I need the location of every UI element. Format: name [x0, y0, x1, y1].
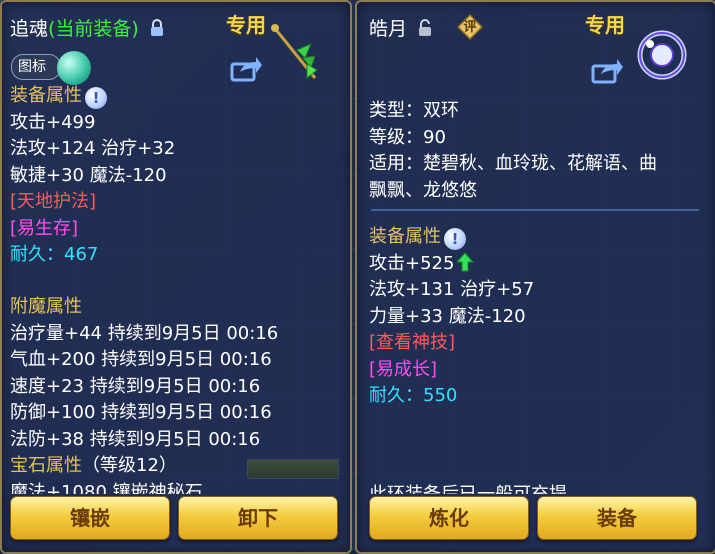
- purple-ring-icon: [637, 30, 687, 80]
- special-label: 专用: [585, 13, 625, 37]
- unequip-button[interactable]: 卸下: [178, 496, 338, 540]
- item-type: 类型：双环: [369, 100, 459, 121]
- special-label: 专用: [226, 13, 266, 37]
- enchant-line: 治疗量+44 持续到9月5日 00:16: [10, 322, 279, 344]
- equip-attr-header-text: 装备属性: [10, 85, 82, 106]
- skill-link[interactable]: [天地护法]: [10, 189, 175, 216]
- item-title: 皓月: [369, 14, 432, 41]
- enchant-line: 法防+38 持续到9月5日 00:16: [10, 428, 261, 450]
- equip-attr-header: 装备属性!: [369, 224, 534, 251]
- equip-attr-header-text: 装备属性: [369, 226, 441, 247]
- equip-attr-header: 装备属性!: [10, 83, 175, 110]
- equip-button[interactable]: 装备: [537, 496, 697, 540]
- item-applicable-cont: 飘飘、龙悠悠: [369, 179, 477, 201]
- stat-line: 法攻+124 治疗+32: [10, 138, 176, 159]
- enchant-header: 附魔属性: [10, 296, 82, 317]
- durability: 耐久：467: [10, 244, 99, 265]
- partial-text-line: 此环装备后已一般可充提: [369, 482, 567, 494]
- equip-attributes: 装备属性! 攻击+499 法攻+124 治疗+32 敏捷+30 魔法-120 […: [10, 83, 175, 269]
- stat-line: 敏捷+30 魔法-120: [10, 164, 167, 186]
- trait-link[interactable]: [易成长]: [369, 357, 534, 384]
- lock-icon[interactable]: [150, 19, 164, 37]
- enchant-line: 气血+200 持续到9月5日 00:16: [10, 349, 272, 370]
- stat-line: 力量+33 魔法-120: [369, 305, 526, 327]
- equipped-item-panel: 追魂(当前装备) 专用 图标 装备属性! 攻击+499 法攻+124 治疗+32…: [0, 0, 352, 554]
- gem-header-row: 宝石属性（等级12）: [10, 453, 278, 480]
- skill-link[interactable]: [查看神技]: [369, 330, 534, 357]
- item-name: 皓月: [369, 18, 408, 40]
- item-level: 等级：90: [369, 126, 446, 148]
- green-trident-icon: [271, 24, 318, 80]
- enchant-line: 防御+100 持续到9月5日 00:16: [10, 402, 272, 423]
- inlay-button[interactable]: 镶嵌: [10, 496, 170, 540]
- stat-line: 攻击+525: [369, 251, 534, 278]
- stat-line: 攻击+499: [10, 111, 96, 133]
- green-up-arrow-icon: [456, 251, 475, 271]
- durability: 耐久：550: [369, 385, 458, 406]
- rating-badge-text: 评: [463, 20, 477, 35]
- share-icon[interactable]: [230, 54, 262, 82]
- trait-link[interactable]: [易生存]: [10, 216, 175, 243]
- unlock-icon[interactable]: [418, 19, 432, 37]
- info-icon[interactable]: !: [85, 87, 107, 109]
- equip-attributes: 装备属性! 攻击+525 法攻+131 治疗+57 力量+33 魔法-120 […: [369, 224, 534, 410]
- progress-bar: [247, 459, 339, 479]
- enchant-line: 速度+23 持续到9月5日 00:16: [10, 375, 261, 397]
- compare-item-panel: 皓月 评 专用 类型：双环 等级：90 适用：楚碧秋、血玲珑、花解语、曲 飘飘、…: [355, 0, 715, 554]
- refine-button[interactable]: 炼化: [369, 496, 529, 540]
- gem-header: 宝石属性: [10, 455, 82, 476]
- stat-line: 法攻+131 治疗+57: [369, 279, 535, 300]
- item-applicable: 适用：楚碧秋、血玲珑、花解语、曲: [369, 153, 657, 174]
- item-name: 追魂: [10, 18, 49, 40]
- info-icon[interactable]: !: [444, 228, 466, 250]
- toggle-knob[interactable]: [57, 51, 91, 85]
- stat-line-text: 攻击+525: [369, 252, 455, 274]
- icon-toggle-label: 图标: [18, 59, 46, 75]
- item-basic-info: 类型：双环 等级：90 适用：楚碧秋、血玲珑、花解语、曲 飘飘、龙悠悠: [369, 98, 657, 204]
- gem-line-partial: 魔法+1080 镶嵌神秘石: [10, 481, 203, 494]
- icon-toggle[interactable]: 图标: [11, 54, 61, 80]
- separator: [371, 209, 699, 211]
- share-icon[interactable]: [591, 56, 623, 84]
- item-title: 追魂(当前装备): [10, 14, 164, 41]
- enchant-attributes: 附魔属性 治疗量+44 持续到9月5日 00:16 气血+200 持续到9月5日…: [10, 294, 278, 494]
- equipped-status: (当前装备): [48, 18, 139, 40]
- gem-level: （等级12）: [82, 455, 177, 476]
